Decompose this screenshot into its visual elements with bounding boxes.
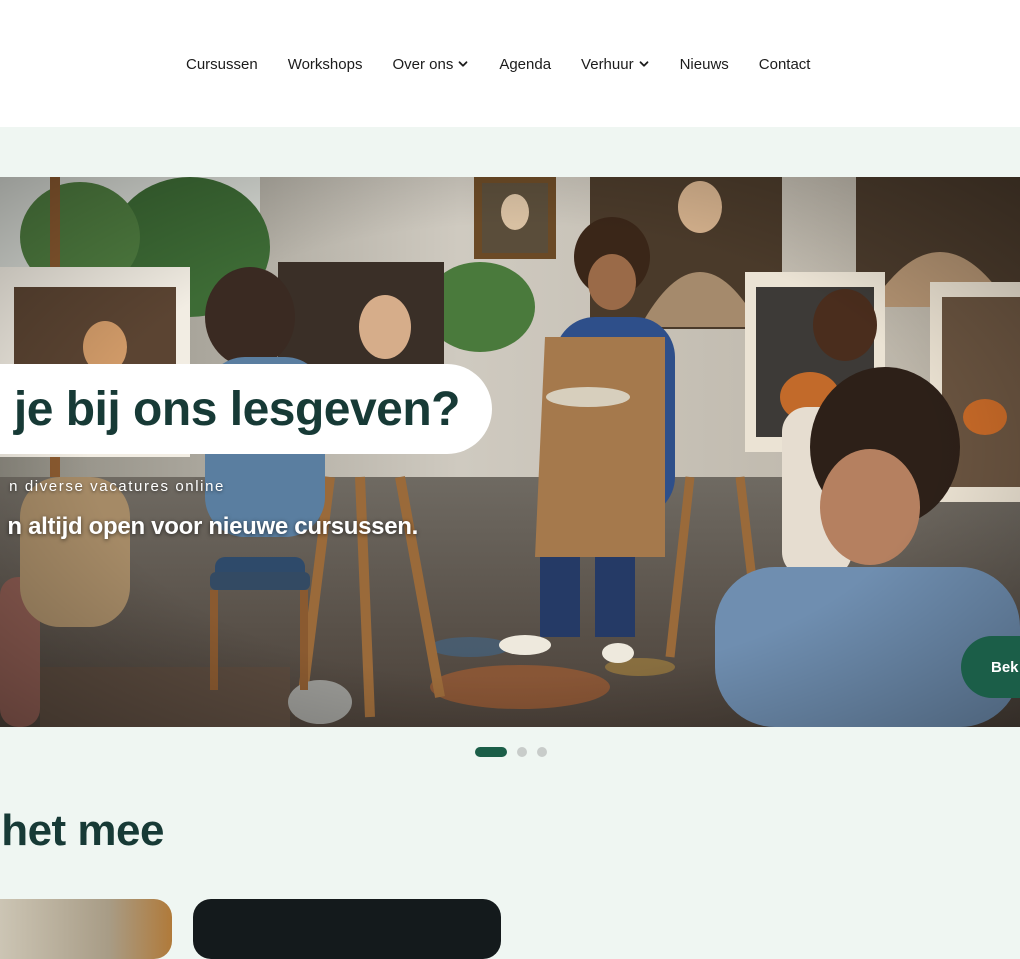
hero-slider: m je bij ons lesgeven? n diverse vacatur… [0, 177, 1020, 727]
nav-item-label: Workshops [287, 55, 363, 73]
card-image[interactable] [0, 899, 172, 959]
nav-item-agenda[interactable]: Agenda [499, 56, 551, 73]
nav-item-workshops[interactable]: Workshops [288, 56, 363, 73]
hero-title: m je bij ons lesgeven? [0, 382, 461, 436]
chevron-down-icon [639, 61, 648, 67]
slider-dot-3[interactable] [537, 747, 547, 757]
nav-item-label: Cursussen [186, 55, 258, 73]
slider-pagination [475, 747, 557, 757]
chevron-down-icon [458, 61, 468, 67]
site-header: Cursussen Workshops Over ons Agenda Verh… [0, 0, 1020, 127]
nav-item-verhuur[interactable]: Verhuur [581, 56, 650, 73]
slider-dot-2[interactable] [517, 747, 527, 757]
nav-item-cursussen[interactable]: Cursussen [186, 56, 258, 73]
nav-item-label: Nieuws [679, 55, 729, 73]
hero-title-pill: m je bij ons lesgeven? [0, 364, 492, 454]
main-nav: Cursussen Workshops Over ons Agenda Verh… [186, 52, 810, 76]
nav-item-label: Over ons [392, 55, 454, 73]
hero-kicker: n diverse vacatures online [9, 478, 225, 495]
nav-item-label: Verhuur [581, 55, 634, 73]
hero-subtitle: n altijd open voor nieuwe cursussen. [7, 513, 418, 540]
nav-item-label: Contact [758, 55, 811, 73]
nav-item-over-ons[interactable]: Over ons [392, 56, 469, 73]
nav-item-contact[interactable]: Contact [759, 56, 811, 73]
nav-item-label: Agenda [499, 55, 552, 73]
card-image[interactable] [193, 899, 501, 959]
slider-dot-1[interactable] [475, 747, 507, 757]
nav-item-nieuws[interactable]: Nieuws [680, 56, 729, 73]
hero-cta-button[interactable]: Bek [961, 636, 1020, 698]
section-heading: het mee [1, 806, 164, 855]
